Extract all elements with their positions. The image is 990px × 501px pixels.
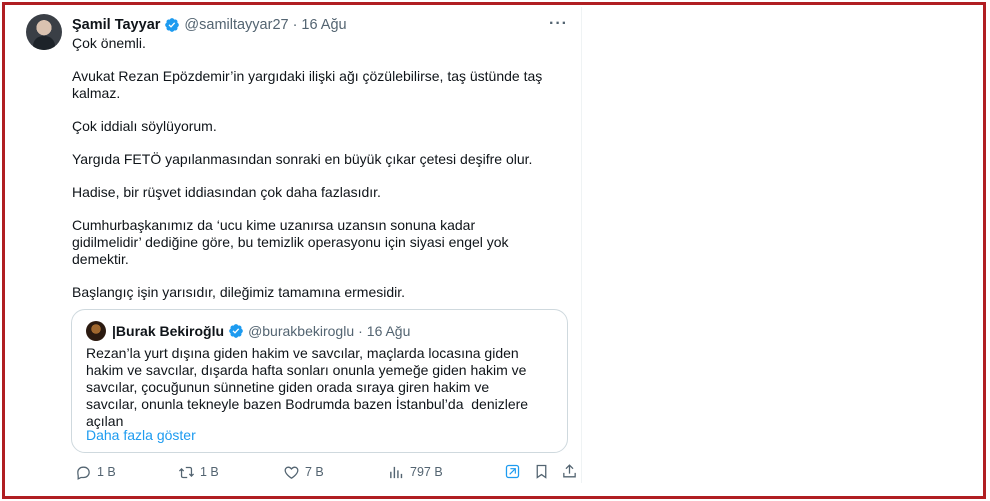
verified-badge-icon: [165, 18, 180, 32]
tweet-paragraph: Çok önemli.: [72, 35, 146, 51]
more-icon[interactable]: ···: [549, 15, 568, 33]
grok-button[interactable]: [504, 463, 521, 480]
reply-icon: [77, 466, 90, 480]
quoted-tweet-header: |Burak Bekiroğlu @burakbekiroglu · 16 Ağ…: [112, 322, 410, 340]
quoted-tweet[interactable]: |Burak Bekiroğlu @burakbekiroglu · 16 Ağ…: [71, 309, 568, 453]
reply-count: 1 B: [97, 465, 116, 479]
retweet-button[interactable]: 1 B: [178, 461, 219, 483]
separator: ·: [292, 17, 298, 33]
share-icon: [563, 464, 576, 478]
separator: ·: [358, 323, 363, 339]
views-count: 797 B: [410, 465, 443, 479]
screenshot-frame: Şamil Tayyar @samiltayyar27 · 16 Ağu ···…: [2, 2, 986, 499]
tweet-paragraph: Başlangıç işin yarısıdır, dileğimiz tama…: [72, 284, 406, 300]
tweet-paragraph: Yargıda FETÖ yapılanmasından sonraki en …: [72, 151, 533, 167]
tweet-header: Şamil Tayyar @samiltayyar27 · 16 Ağu: [72, 15, 347, 35]
author-handle[interactable]: @samiltayyar27: [184, 17, 288, 33]
retweet-icon: [178, 466, 195, 478]
quoted-author-avatar: [86, 321, 106, 341]
tweet-paragraph: Çok iddialı söylüyorum.: [72, 118, 217, 134]
like-icon: [284, 466, 299, 479]
verified-badge-icon: [229, 324, 243, 338]
like-count: 7 B: [305, 465, 324, 479]
show-more-link[interactable]: Daha fazla göster: [86, 427, 196, 443]
author-avatar[interactable]: [26, 14, 62, 50]
like-button[interactable]: 7 B: [283, 461, 324, 483]
views-button[interactable]: 797 B: [388, 461, 443, 483]
tweet-paragraph: Cumhurbaşkanımız da ‘ucu kime uzanırsa u…: [72, 217, 509, 267]
quoted-tweet-text: Rezan’la yurt dışına giden hakim ve savc…: [86, 345, 529, 429]
bookmark-icon: [536, 464, 547, 479]
quoted-author-handle: @burakbekiroglu: [248, 323, 355, 339]
author-name[interactable]: Şamil Tayyar: [72, 17, 160, 33]
grok-icon: [505, 464, 520, 479]
quoted-tweet-date: 16 Ağu: [366, 323, 411, 339]
quoted-author-name: |Burak Bekiroğlu: [112, 323, 225, 339]
tweet-text: Çok önemli. Avukat Rezan Epözdemir’in ya…: [72, 35, 564, 301]
share-button[interactable]: [561, 463, 578, 480]
views-icon: [390, 466, 403, 478]
reply-button[interactable]: 1 B: [75, 461, 116, 483]
tweet-paragraph: Hadise, bir rüşvet iddiasından çok daha …: [72, 184, 381, 200]
tweet[interactable]: Şamil Tayyar @samiltayyar27 · 16 Ağu ···…: [17, 7, 582, 483]
tweet-paragraph: Avukat Rezan Epözdemir’in yargıdaki iliş…: [72, 68, 543, 101]
tweet-date[interactable]: 16 Ağu: [301, 17, 346, 33]
tweet-actions: 1 B 1 B 7 B 797 B: [75, 461, 576, 483]
retweet-count: 1 B: [200, 465, 219, 479]
bookmark-button[interactable]: [533, 463, 550, 480]
